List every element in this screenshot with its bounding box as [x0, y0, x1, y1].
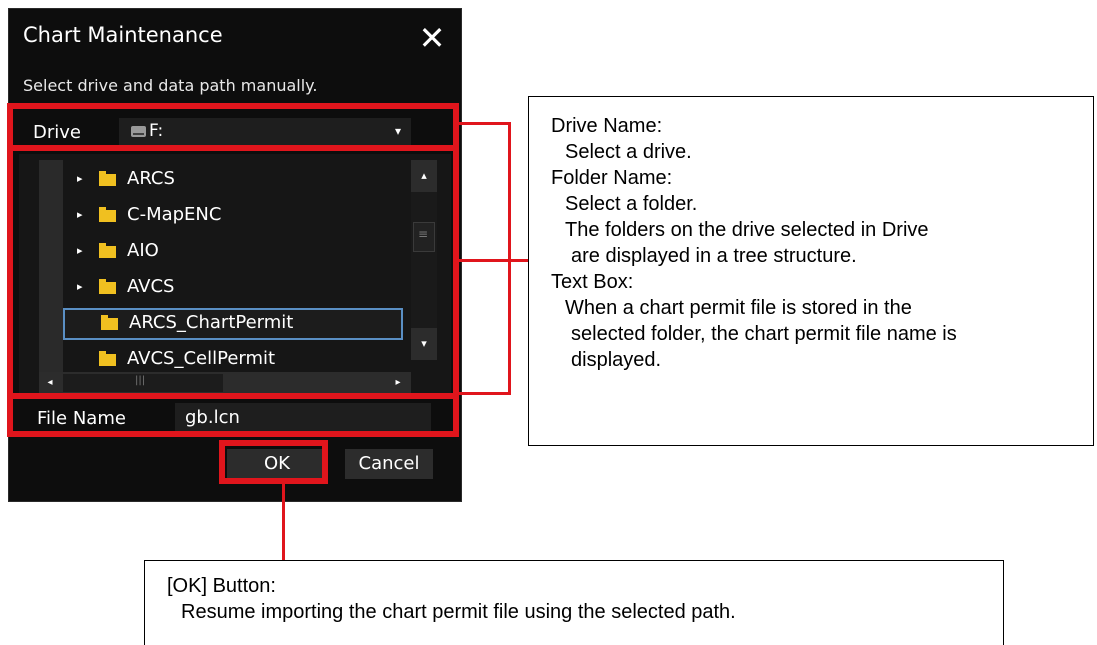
cancel-button[interactable]: Cancel — [345, 449, 433, 479]
instruction-text: Select drive and data path manually. — [23, 76, 318, 95]
close-icon[interactable]: ✕ — [414, 21, 450, 57]
callout-line: selected folder, the chart permit file n… — [571, 323, 957, 345]
highlight-divider — [7, 145, 459, 151]
connector-line — [459, 392, 511, 395]
callout-line: Resume importing the chart permit file u… — [181, 601, 736, 623]
callout-line: Select a folder. — [565, 193, 698, 215]
connector-line — [508, 122, 511, 395]
highlight-ok-button — [219, 440, 328, 484]
callout-line: Text Box: — [551, 271, 634, 293]
connector-line — [282, 484, 285, 560]
callout-line: Folder Name: — [551, 167, 673, 189]
connector-line — [459, 259, 529, 262]
title-bar: Chart Maintenance ✕ — [9, 9, 461, 71]
connector-line — [459, 122, 511, 125]
callout-line: When a chart permit file is stored in th… — [565, 297, 912, 319]
callout-line: [OK] Button: — [167, 575, 276, 597]
callout-line: displayed. — [571, 349, 662, 371]
callout-line: Select a drive. — [565, 141, 692, 163]
callout-line: are displayed in a tree structure. — [571, 245, 857, 267]
callout-line: Drive Name: — [551, 115, 663, 137]
dialog-title: Chart Maintenance — [23, 23, 223, 47]
callout-line: The folders on the drive selected in Dri… — [565, 219, 929, 241]
highlight-drive-tree-filename — [7, 103, 459, 437]
bottom-callout: [OK] Button: Resume importing the chart … — [144, 560, 1004, 645]
right-callout: Drive Name: Select a drive. Folder Name:… — [528, 96, 1094, 446]
highlight-divider — [7, 393, 459, 399]
